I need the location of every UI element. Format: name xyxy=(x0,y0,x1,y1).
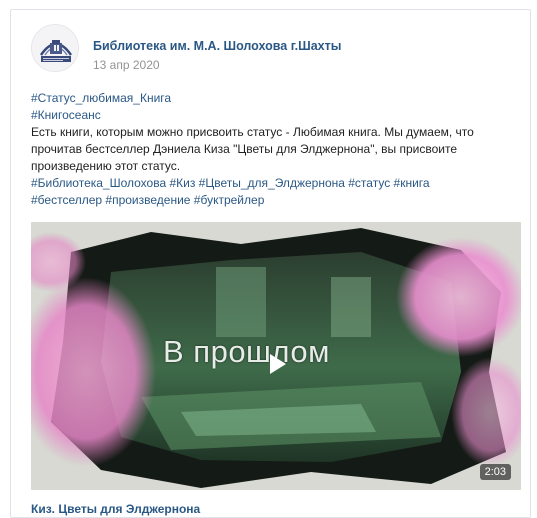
post-author-link[interactable]: Библиотека им. М.А. Шолохова г.Шахты xyxy=(93,39,341,53)
post-text-line: произведению этот статус. xyxy=(31,159,181,173)
post-date[interactable]: 13 апр 2020 xyxy=(93,58,160,72)
play-button[interactable] xyxy=(262,349,292,379)
post-header: Библиотека им. М.А. Шолохова г.Шахты 13 … xyxy=(31,24,511,76)
video-title-link[interactable]: Киз. Цветы для Элджернона xyxy=(31,502,200,516)
video-overlay-text: В прошлом xyxy=(163,334,330,369)
play-icon xyxy=(270,354,286,374)
hashtags-line[interactable]: #Библиотека_Шолохова #Киз #Цветы_для_Элд… xyxy=(31,175,521,192)
wall-post: Библиотека им. М.А. Шолохова г.Шахты 13 … xyxy=(10,9,531,518)
video-player[interactable]: В прошлом 2:03 xyxy=(31,222,521,490)
post-text-line: прочитав бестселлер Дэниела Киза "Цветы … xyxy=(31,142,458,156)
post-text-line: Есть книги, которым можно присвоить стат… xyxy=(31,125,474,139)
hashtag-link[interactable]: #Книгосеанс xyxy=(31,107,521,124)
community-avatar[interactable] xyxy=(31,24,79,72)
hashtags-line[interactable]: #бестселлер #произведение #буктрейлер xyxy=(31,192,521,209)
video-duration-badge: 2:03 xyxy=(479,464,511,480)
post-text: #Статус_любимая_Книга #Книгосеанс Есть к… xyxy=(31,90,521,209)
hashtag-link[interactable]: #Статус_любимая_Книга xyxy=(31,90,521,107)
